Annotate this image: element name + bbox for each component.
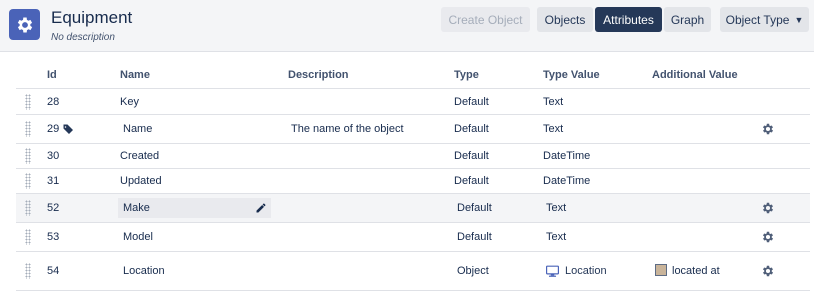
row-type: Default <box>457 202 492 214</box>
object-type-label: Object Type <box>725 12 790 27</box>
monitor-icon <box>546 265 559 277</box>
table-row[interactable]: 30 Created Default DateTime <box>16 144 810 169</box>
attributes-button[interactable]: Attributes <box>595 7 662 32</box>
col-additional-value: Additional Value <box>652 69 738 81</box>
row-id: 28 <box>47 95 60 108</box>
tag-icon <box>62 115 74 143</box>
page-subtitle: No description <box>51 32 115 43</box>
drag-handle-icon[interactable] <box>25 173 31 189</box>
app-gear-icon <box>9 9 40 40</box>
chevron-down-icon: ▼ <box>794 14 804 25</box>
drag-handle-icon[interactable] <box>25 200 31 216</box>
row-name-edit-field[interactable]: Make <box>118 198 271 218</box>
col-type: Type <box>454 69 479 81</box>
col-name: Name <box>120 69 150 81</box>
row-type-value: DateTime <box>543 150 591 162</box>
col-type-value: Type Value <box>543 69 600 81</box>
row-type: Default <box>454 150 489 162</box>
table-row[interactable]: 31 Updated Default DateTime <box>16 169 810 194</box>
gear-icon[interactable] <box>761 230 775 244</box>
row-name: Created <box>120 150 160 162</box>
drag-handle-icon[interactable] <box>25 93 31 110</box>
header: Equipment No description Create Object O… <box>0 0 814 52</box>
row-id: 29 <box>47 123 60 135</box>
row-type-value: Text <box>543 123 564 135</box>
table-row[interactable]: 54 Location Object Location located at <box>16 252 810 291</box>
row-type: Default <box>454 95 489 108</box>
page-title: Equipment <box>51 8 133 27</box>
table-row[interactable]: 53 Model Default Text <box>16 223 810 252</box>
row-name: Location <box>123 265 165 277</box>
row-name: Key <box>120 95 139 108</box>
table-row[interactable]: 52 Make Default Text <box>16 194 810 223</box>
row-type-value: Text <box>546 231 567 243</box>
color-swatch <box>655 264 667 276</box>
row-name: Model <box>123 231 153 243</box>
row-id: 30 <box>47 150 60 162</box>
row-id: 54 <box>47 265 60 277</box>
object-type-dropdown[interactable]: Object Type ▼ <box>720 7 809 32</box>
gear-icon[interactable] <box>761 201 775 215</box>
drag-handle-icon[interactable] <box>25 263 31 279</box>
gear-icon[interactable] <box>761 122 775 136</box>
row-additional-value: located at <box>672 265 720 277</box>
row-type: Default <box>454 123 489 135</box>
row-id: 52 <box>47 202 60 214</box>
row-type-value: Location <box>565 265 607 277</box>
table-row[interactable]: 29 Name The name of the object Default T… <box>16 115 810 144</box>
gear-icon[interactable] <box>761 264 775 278</box>
row-type-value: Text <box>543 95 564 108</box>
drag-handle-icon[interactable] <box>25 121 31 137</box>
table-row[interactable]: 28 Key Default Text <box>16 89 810 115</box>
row-name: Make <box>123 202 150 214</box>
row-type: Default <box>454 175 489 187</box>
col-description: Description <box>288 69 349 81</box>
create-object-button[interactable]: Create Object <box>441 7 530 32</box>
row-type-value: DateTime <box>543 175 591 187</box>
row-type-value-cell: Location <box>545 252 607 290</box>
row-type: Default <box>457 231 492 243</box>
row-type-value: Text <box>546 202 567 214</box>
drag-handle-icon[interactable] <box>25 229 31 245</box>
col-id: Id <box>47 69 57 81</box>
graph-button[interactable]: Graph <box>664 7 711 32</box>
row-description: The name of the object <box>291 123 404 135</box>
row-name: Name <box>123 123 153 135</box>
objects-button[interactable]: Objects <box>537 7 593 32</box>
row-name: Updated <box>120 175 162 187</box>
table-header: Id Name Description Type Type Value Addi… <box>16 52 810 89</box>
pencil-icon[interactable] <box>255 202 267 214</box>
row-additional-value-cell: located at <box>655 252 725 290</box>
row-id: 53 <box>47 231 60 243</box>
drag-handle-icon[interactable] <box>25 148 31 164</box>
row-type: Object <box>457 265 489 277</box>
row-id: 31 <box>47 175 60 187</box>
